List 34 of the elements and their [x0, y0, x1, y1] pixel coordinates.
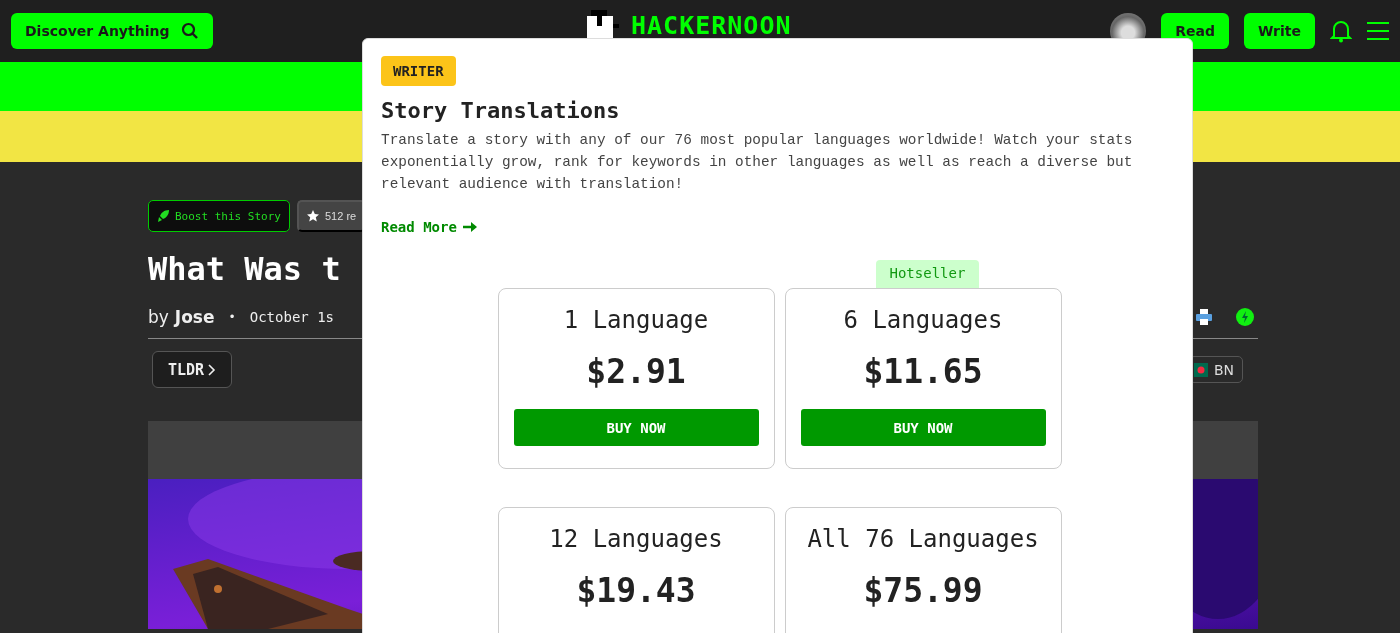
print-icon[interactable]	[1196, 309, 1212, 325]
separator-dot: •	[228, 310, 236, 324]
popup-title: Story Translations	[381, 98, 621, 123]
plan-price: $2.91	[586, 352, 686, 391]
plan-name: 1 Language	[563, 306, 709, 334]
plan-price: $11.65	[863, 352, 983, 391]
plan-price: $19.43	[576, 571, 696, 610]
author-link[interactable]: Jose	[174, 307, 215, 327]
search-icon	[181, 22, 200, 40]
tldr-button[interactable]: TLDR	[152, 351, 233, 388]
write-button[interactable]: Write	[1243, 13, 1315, 49]
buy-now-button[interactable]: BUY NOW	[800, 409, 1046, 446]
boost-button[interactable]: Boost this Story	[148, 200, 290, 232]
arrow-icon	[462, 222, 477, 232]
read-more-link[interactable]: Read More	[381, 219, 477, 235]
bell-icon[interactable]	[1330, 19, 1352, 43]
popup-description: Translate a story with any of our 76 most popular languages worldwide! Watch your stats exponentially grow, rank for keywords in other languages as well as reach a diverse but relevant audience with translation!	[381, 131, 1134, 194]
search-button[interactable]: Discover Anything	[11, 13, 214, 49]
hotseller-tag: Hotseller	[875, 260, 980, 288]
writer-badge: WRITER	[381, 56, 456, 86]
byline-prefix: by	[148, 307, 169, 327]
plan-price: $75.99	[863, 571, 983, 610]
plan-name: 12 Languages	[549, 525, 723, 553]
menu-icon[interactable]	[1367, 22, 1389, 40]
star-icon	[306, 210, 319, 222]
plan-name: 6 Languages	[843, 306, 1003, 334]
chevron-icon	[208, 363, 217, 376]
buy-now-button[interactable]: BUY NOW	[513, 409, 759, 446]
article-title: What Was t	[148, 250, 341, 288]
logo-text[interactable]: HACKERNOON	[631, 10, 792, 40]
publish-date: October 1s	[249, 309, 335, 325]
flag-icon	[1193, 362, 1208, 377]
lightning-icon[interactable]	[1236, 308, 1254, 326]
plan-name: All 76 Languages	[807, 525, 1039, 553]
